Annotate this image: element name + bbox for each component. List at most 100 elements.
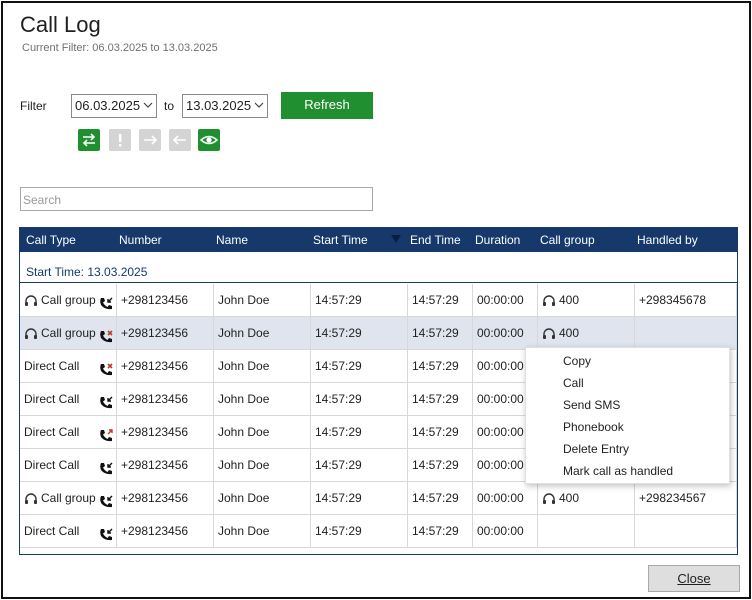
cell-handled-by: +298345678	[635, 284, 737, 317]
cell-end: 14:57:29	[408, 482, 473, 515]
context-menu: Copy Call Send SMS Phonebook Delete Entry Mar…	[525, 347, 730, 484]
table-row[interactable]: Call group +298123456 John Doe 14:57:29 14:5…	[20, 317, 737, 350]
window-title: Call Log	[20, 12, 101, 37]
cell-group: 400	[538, 482, 635, 515]
context-menu-item-delete-entry[interactable]: Delete Entry	[563, 442, 629, 456]
close-button[interactable]: Close	[648, 565, 740, 592]
call-type-label: Direct Call	[24, 392, 80, 406]
column-header-duration[interactable]: Duration	[475, 233, 520, 247]
context-menu-item-mark-call-as-handled[interactable]: Mark call as handled	[563, 464, 673, 478]
sort-descending-icon	[391, 235, 401, 243]
cell-duration: 00:00:00	[473, 515, 538, 548]
arrow-right-icon	[144, 135, 158, 145]
call-group-value: 400	[559, 293, 580, 307]
phone-incoming-icon	[98, 490, 114, 515]
call-type-label: Call group	[41, 326, 96, 340]
context-menu-item-send-sms[interactable]: Send SMS	[563, 398, 620, 412]
cell-type: Direct Call	[20, 515, 117, 548]
phone-missed-icon	[98, 325, 114, 350]
toggle-incoming-button[interactable]	[169, 129, 191, 151]
cell-type: Direct Call	[20, 449, 117, 482]
cell-end: 14:57:29	[408, 284, 473, 317]
headset-icon	[24, 327, 38, 341]
refresh-button[interactable]: Refresh	[281, 92, 373, 119]
call-group-value: 400	[559, 326, 580, 340]
call-type-label: Call group	[41, 491, 96, 505]
headset-icon	[24, 492, 38, 506]
cell-type: Direct Call	[20, 350, 117, 383]
cell-number: +298123456	[117, 383, 214, 416]
cell-type: Direct Call	[20, 416, 117, 449]
phone-incoming-icon	[98, 523, 114, 548]
search-input[interactable]: Search	[20, 187, 373, 211]
cell-type: Call group	[20, 482, 117, 515]
cell-start: 14:57:29	[311, 383, 408, 416]
call-type-label: Direct Call	[24, 359, 80, 373]
call-type-label: Direct Call	[24, 425, 80, 439]
column-header-call-group[interactable]: Call group	[540, 233, 595, 247]
headset-icon	[542, 492, 556, 506]
call-log-window: Call Log Current Filter: 06.03.2025 to 1…	[1, 1, 751, 599]
toggle-outgoing-button[interactable]	[139, 129, 161, 151]
date-from-value: 06.03.2025	[75, 98, 141, 113]
cell-number: +298123456	[117, 350, 214, 383]
date-to-dropdown[interactable]: 13.03.2025	[182, 94, 268, 118]
cell-number: +298123456	[117, 482, 214, 515]
cell-start: 14:57:29	[311, 317, 408, 350]
phone-incoming-icon	[98, 457, 114, 482]
cell-name: John Doe	[214, 416, 311, 449]
cell-number: +298123456	[117, 515, 214, 548]
context-menu-item-copy[interactable]: Copy	[563, 354, 591, 368]
cell-start: 14:57:29	[311, 482, 408, 515]
table-row[interactable]: Direct Call +298123456 John Doe 14:57:29 14:…	[20, 515, 737, 548]
phone-outgoing-missed-icon	[98, 424, 114, 449]
to-label: to	[164, 99, 175, 113]
column-header-handled-by[interactable]: Handled by	[637, 233, 698, 247]
toggle-all-directions-button[interactable]	[78, 129, 100, 151]
column-header-start-time[interactable]: Start Time	[313, 233, 368, 247]
cell-name: John Doe	[214, 383, 311, 416]
cell-group: 400	[538, 317, 635, 350]
toggle-handled-button[interactable]	[198, 129, 220, 151]
column-header-call-type[interactable]: Call Type	[26, 233, 76, 247]
cell-name: John Doe	[214, 284, 311, 317]
headset-icon	[24, 294, 38, 308]
cell-name: John Doe	[214, 515, 311, 548]
date-to-value: 13.03.2025	[186, 98, 252, 113]
column-header-end-time[interactable]: End Time	[410, 233, 461, 247]
cell-group: 400	[538, 284, 635, 317]
headset-icon	[542, 294, 556, 308]
filter-label: Filter	[20, 99, 47, 113]
context-menu-item-phonebook[interactable]: Phonebook	[563, 420, 624, 434]
cell-name: John Doe	[214, 317, 311, 350]
cell-start: 14:57:29	[311, 449, 408, 482]
cell-start: 14:57:29	[311, 350, 408, 383]
table-row[interactable]: Call group +298123456 John Doe 14:57:29 14:5…	[20, 482, 737, 515]
cell-number: +298123456	[117, 317, 214, 350]
toggle-missed-button[interactable]	[109, 129, 131, 151]
cell-start: 14:57:29	[311, 416, 408, 449]
cell-end: 14:57:29	[408, 350, 473, 383]
chevron-down-icon	[143, 102, 153, 108]
phone-incoming-icon	[98, 391, 114, 416]
column-header-name[interactable]: Name	[216, 233, 248, 247]
context-menu-item-call[interactable]: Call	[563, 376, 584, 390]
current-filter-text: Current Filter: 06.03.2025 to 13.03.2025	[22, 42, 218, 54]
phone-incoming-icon	[98, 292, 114, 317]
column-header-number[interactable]: Number	[119, 233, 162, 247]
cell-group	[538, 515, 635, 548]
cell-type: Call group	[20, 317, 117, 350]
cell-name: John Doe	[214, 449, 311, 482]
cell-number: +298123456	[117, 416, 214, 449]
group-header-row[interactable]: Start Time: 13.03.2025	[20, 252, 737, 283]
call-type-label: Call group	[41, 293, 96, 307]
cell-end: 14:57:29	[408, 515, 473, 548]
cell-number: +298123456	[117, 284, 214, 317]
cell-name: John Doe	[214, 482, 311, 515]
cell-end: 14:57:29	[408, 383, 473, 416]
table-row[interactable]: Call group +298123456 John Doe 14:57:29 14:5…	[20, 284, 737, 317]
date-from-dropdown[interactable]: 06.03.2025	[71, 94, 157, 118]
cell-handled-by: +298234567	[635, 482, 737, 515]
cell-duration: 00:00:00	[473, 482, 538, 515]
cell-end: 14:57:29	[408, 317, 473, 350]
